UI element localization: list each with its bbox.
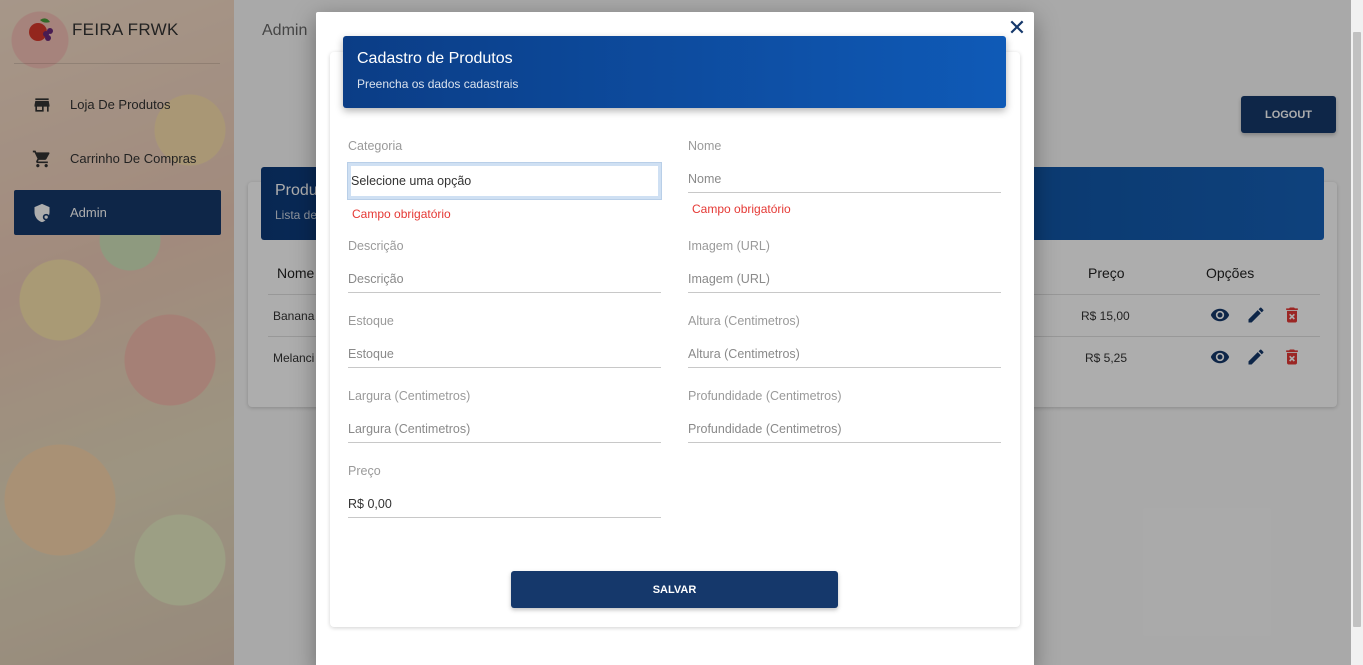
largura-input[interactable]: Largura (Centimetros) bbox=[348, 419, 661, 443]
preco-field: Preço R$ 0,00 bbox=[348, 464, 661, 518]
estoque-field: Estoque Estoque bbox=[348, 314, 661, 368]
descricao-label: Descrição bbox=[348, 239, 404, 253]
preco-label: Preço bbox=[348, 464, 381, 478]
scrollbar[interactable] bbox=[1351, 0, 1363, 665]
product-registration-dialog: ✕ Cadastro de Produtos Preencha os dados… bbox=[316, 12, 1034, 665]
close-icon[interactable]: ✕ bbox=[1007, 17, 1027, 39]
estoque-input[interactable]: Estoque bbox=[348, 344, 661, 368]
nome-field: Nome Nome Campo obrigatório bbox=[688, 139, 1001, 216]
imagem-label: Imagem (URL) bbox=[688, 239, 770, 253]
categoria-select[interactable]: Selecione uma opção bbox=[347, 162, 662, 200]
imagem-input[interactable]: Imagem (URL) bbox=[688, 269, 1001, 293]
profundidade-field: Profundidade (Centimetros) Profundidade … bbox=[688, 389, 1001, 443]
form-header: Cadastro de Produtos Preencha os dados c… bbox=[343, 36, 1006, 108]
imagem-field: Imagem (URL) Imagem (URL) bbox=[688, 239, 1001, 293]
altura-field: Altura (Centimetros) Altura (Centimetros… bbox=[688, 314, 1001, 368]
estoque-label: Estoque bbox=[348, 314, 394, 328]
altura-label: Altura (Centimetros) bbox=[688, 314, 800, 328]
categoria-field: Categoria Selecione uma opção Campo obri… bbox=[347, 139, 662, 221]
profundidade-label: Profundidade (Centimetros) bbox=[688, 389, 842, 403]
nome-label: Nome bbox=[688, 139, 722, 153]
scrollbar-thumb[interactable] bbox=[1353, 32, 1361, 627]
nome-error: Campo obrigatório bbox=[692, 202, 791, 216]
descricao-field: Descrição Descrição bbox=[348, 239, 661, 293]
dialog-subtitle: Preencha os dados cadastrais bbox=[357, 77, 519, 91]
preco-input[interactable]: R$ 0,00 bbox=[348, 494, 661, 518]
descricao-input[interactable]: Descrição bbox=[348, 269, 661, 293]
dialog-title: Cadastro de Produtos bbox=[357, 50, 513, 67]
largura-label: Largura (Centimetros) bbox=[348, 389, 471, 403]
save-button[interactable]: SALVAR bbox=[511, 571, 838, 608]
profundidade-input[interactable]: Profundidade (Centimetros) bbox=[688, 419, 1001, 443]
categoria-label: Categoria bbox=[348, 139, 403, 153]
altura-input[interactable]: Altura (Centimetros) bbox=[688, 344, 1001, 368]
nome-input[interactable]: Nome bbox=[688, 169, 1001, 193]
categoria-error: Campo obrigatório bbox=[352, 207, 451, 221]
largura-field: Largura (Centimetros) Largura (Centimetr… bbox=[348, 389, 661, 443]
